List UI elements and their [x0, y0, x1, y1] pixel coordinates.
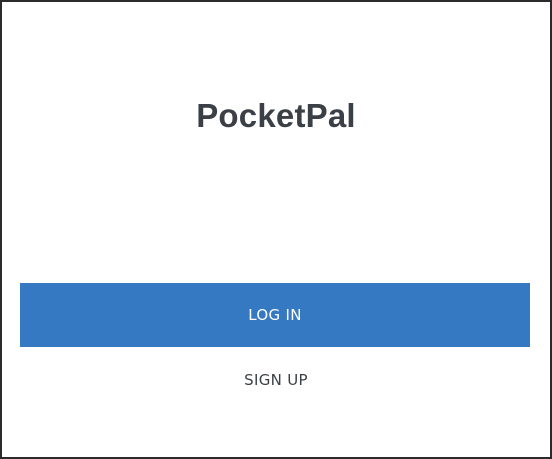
app-title: PocketPal	[196, 97, 356, 134]
signup-container: SIGN UP	[2, 371, 550, 389]
app-window: PocketPal LOG IN SIGN UP	[0, 0, 552, 459]
login-button[interactable]: LOG IN	[20, 283, 530, 347]
signup-button[interactable]: SIGN UP	[244, 371, 308, 389]
